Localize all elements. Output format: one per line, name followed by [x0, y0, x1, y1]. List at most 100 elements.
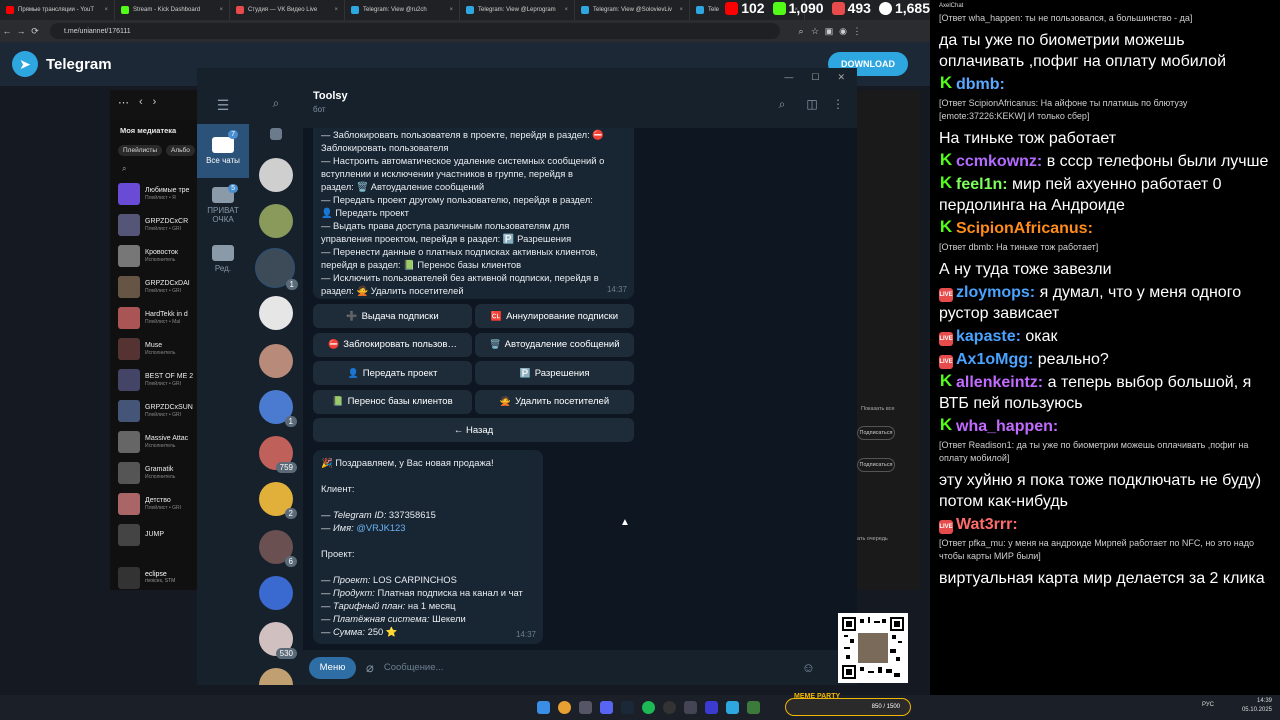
more-icon[interactable]: ⋯ [118, 96, 129, 109]
browser-tab[interactable]: Telegram: View @Leprogram × [460, 0, 575, 20]
chat-avatar[interactable]: 1 [259, 390, 297, 427]
search-icon[interactable]: ⌕ [775, 97, 789, 111]
folder-0[interactable]: Все чаты 7 [197, 124, 249, 178]
filter-chip[interactable]: Плейлисты [118, 145, 163, 156]
spotify-icon[interactable] [642, 701, 655, 714]
keyboard-button[interactable]: ⛔ Заблокировать пользов… [313, 332, 472, 357]
chrome-icon[interactable] [558, 701, 571, 714]
chat-avatar[interactable] [259, 296, 293, 330]
extensions-icon[interactable]: ▣ [822, 26, 836, 37]
tab-close-icon[interactable]: × [334, 7, 338, 13]
subscribe-button-2[interactable]: Подписаться [857, 458, 895, 472]
library-item[interactable]: JUMP [110, 519, 200, 550]
url-field[interactable]: t.me/uniannet/176111 [50, 23, 780, 39]
sidebar-toggle-icon[interactable]: ◫ [805, 97, 819, 111]
emoji-icon[interactable]: ☺ [802, 660, 815, 675]
browser-tab[interactable]: Студия — VK Видео Live × [230, 0, 345, 20]
app-icon[interactable] [705, 701, 718, 714]
keyboard-button[interactable]: 👤 Передать проект [313, 361, 472, 385]
zoom-icon[interactable]: ⌕ [794, 26, 808, 37]
browser-menu-icon[interactable]: ⋮ [850, 26, 864, 37]
tab-close-icon[interactable]: × [564, 7, 568, 13]
back-icon[interactable]: ← [0, 26, 14, 36]
chat-avatar[interactable] [259, 576, 293, 610]
chat-avatar[interactable]: 530 [259, 622, 297, 659]
browser-tab[interactable]: Telegram: View @SolovievLiv × [575, 0, 690, 20]
search-icon[interactable]: ⌕ [110, 160, 200, 178]
chat-avatar[interactable]: 2 [259, 482, 297, 519]
clock-time[interactable]: 14:39 [1242, 697, 1272, 706]
app-icon[interactable] [684, 701, 697, 714]
language-indicator[interactable]: РУС [1202, 701, 1214, 710]
telegram-taskbar-icon[interactable] [726, 701, 739, 714]
bot-menu-button[interactable]: Меню [309, 656, 356, 679]
message-input-bar: Меню ⌀ Сообщение... ☺ [303, 650, 857, 685]
folder-2[interactable]: Ред. [197, 232, 249, 286]
library-item[interactable]: Massive Attac Исполнитель [110, 426, 200, 457]
library-item[interactable]: GRPZDCxSUN Плейлист • GRI [110, 395, 200, 426]
clock-date[interactable]: 05.10.2025 [1242, 706, 1272, 715]
chat-avatar-toolsy[interactable]: 1 [255, 248, 298, 290]
keyboard-button[interactable]: 🗑️ Автоудаление сообщений [475, 332, 634, 357]
keyboard-button[interactable]: ➕ Выдача подписки [313, 304, 472, 328]
more-vertical-icon[interactable]: ⋮ [831, 97, 845, 111]
subscribe-button[interactable]: Подписаться [857, 426, 895, 440]
tab-close-icon[interactable]: × [219, 7, 223, 13]
library-item[interactable]: Muse Исполнитель [110, 333, 200, 364]
profile-icon[interactable]: ◉ [836, 26, 850, 37]
folder-1[interactable]: ПРИВАТ ОЧКА 5 [197, 178, 249, 232]
chat-avatar[interactable] [259, 158, 293, 192]
keyboard-button[interactable]: 🙅 Удалить посетителей [475, 389, 634, 414]
library-item[interactable]: GRPZDCxCR Плейлист • GRI [110, 209, 200, 240]
chat-avatar[interactable] [259, 344, 293, 378]
library-item[interactable]: Gramatik Исполнитель [110, 457, 200, 488]
browser-tab[interactable]: Stream - Kick Dashboard × [115, 0, 230, 20]
filter-chip[interactable]: Альбо [166, 145, 195, 156]
tab-close-icon[interactable]: × [449, 7, 453, 13]
forward-icon[interactable]: › [153, 96, 157, 109]
close-icon[interactable]: ✕ [837, 72, 845, 83]
queue-link[interactable]: ать очередь [857, 536, 888, 542]
library-item-cover [118, 523, 140, 546]
chat-avatar[interactable]: 6 [259, 530, 297, 567]
saved-messages-icon[interactable] [270, 128, 282, 140]
start-icon[interactable] [537, 701, 550, 714]
tab-close-icon[interactable]: × [679, 7, 683, 13]
library-item[interactable]: Кровосток Исполнитель [110, 240, 200, 271]
library-item[interactable]: BEST OF ME 2 Плейлист • GRI [110, 364, 200, 395]
steam-icon[interactable] [621, 701, 634, 714]
chat-avatar[interactable]: 759 [259, 436, 297, 473]
show-all-link[interactable]: Показать все [861, 406, 895, 412]
library-item[interactable]: Любимые тре Плейлист • Я [110, 178, 200, 209]
chat-title[interactable]: Toolsy [313, 90, 847, 102]
keyboard-button[interactable]: 🅿️ Разрешения [475, 361, 634, 385]
hamburger-menu-icon[interactable]: ☰ [197, 86, 249, 124]
minimize-icon[interactable]: — [784, 72, 793, 82]
library-item[interactable]: Детство Плейлист • GRI [110, 488, 200, 519]
username-link[interactable]: @VRJK123 [356, 522, 405, 533]
tab-favicon-icon [581, 6, 589, 14]
discord-icon[interactable] [600, 701, 613, 714]
tab-close-icon[interactable]: × [104, 7, 108, 13]
search-icon[interactable]: ⌕ [249, 86, 303, 111]
attach-icon[interactable]: ⌀ [366, 660, 374, 676]
bookmark-star-icon[interactable]: ☆ [808, 26, 822, 37]
message-text: — Заблокировать пользователя в проекте, … [321, 128, 626, 297]
back-icon[interactable]: ‹ [139, 96, 143, 109]
keyboard-button[interactable]: 🆑 Аннулирование подписки [475, 304, 634, 328]
message-input[interactable]: Сообщение... [384, 662, 444, 673]
reload-icon[interactable]: ⟳ [28, 26, 42, 37]
browser-tab[interactable]: Telegram: View @ru2ch × [345, 0, 460, 20]
library-item[interactable]: HardTekk in d Плейлист • Mal [110, 302, 200, 333]
keyboard-button[interactable]: 📗 Перенос базы клиентов [313, 389, 472, 414]
chat-avatar[interactable] [259, 668, 293, 685]
app-icon[interactable] [579, 701, 592, 714]
app-icon[interactable] [747, 701, 760, 714]
chat-avatar[interactable] [259, 204, 293, 238]
browser-tab[interactable]: Прямые трансляции - YouT × [0, 0, 115, 20]
keyboard-button[interactable]: ← Назад [313, 418, 634, 442]
maximize-icon[interactable]: ☐ [811, 72, 819, 83]
obs-icon[interactable] [663, 701, 676, 714]
forward-icon[interactable]: → [14, 26, 28, 36]
library-item[interactable]: GRPZDCxDAI Плейлист • GRI [110, 271, 200, 302]
